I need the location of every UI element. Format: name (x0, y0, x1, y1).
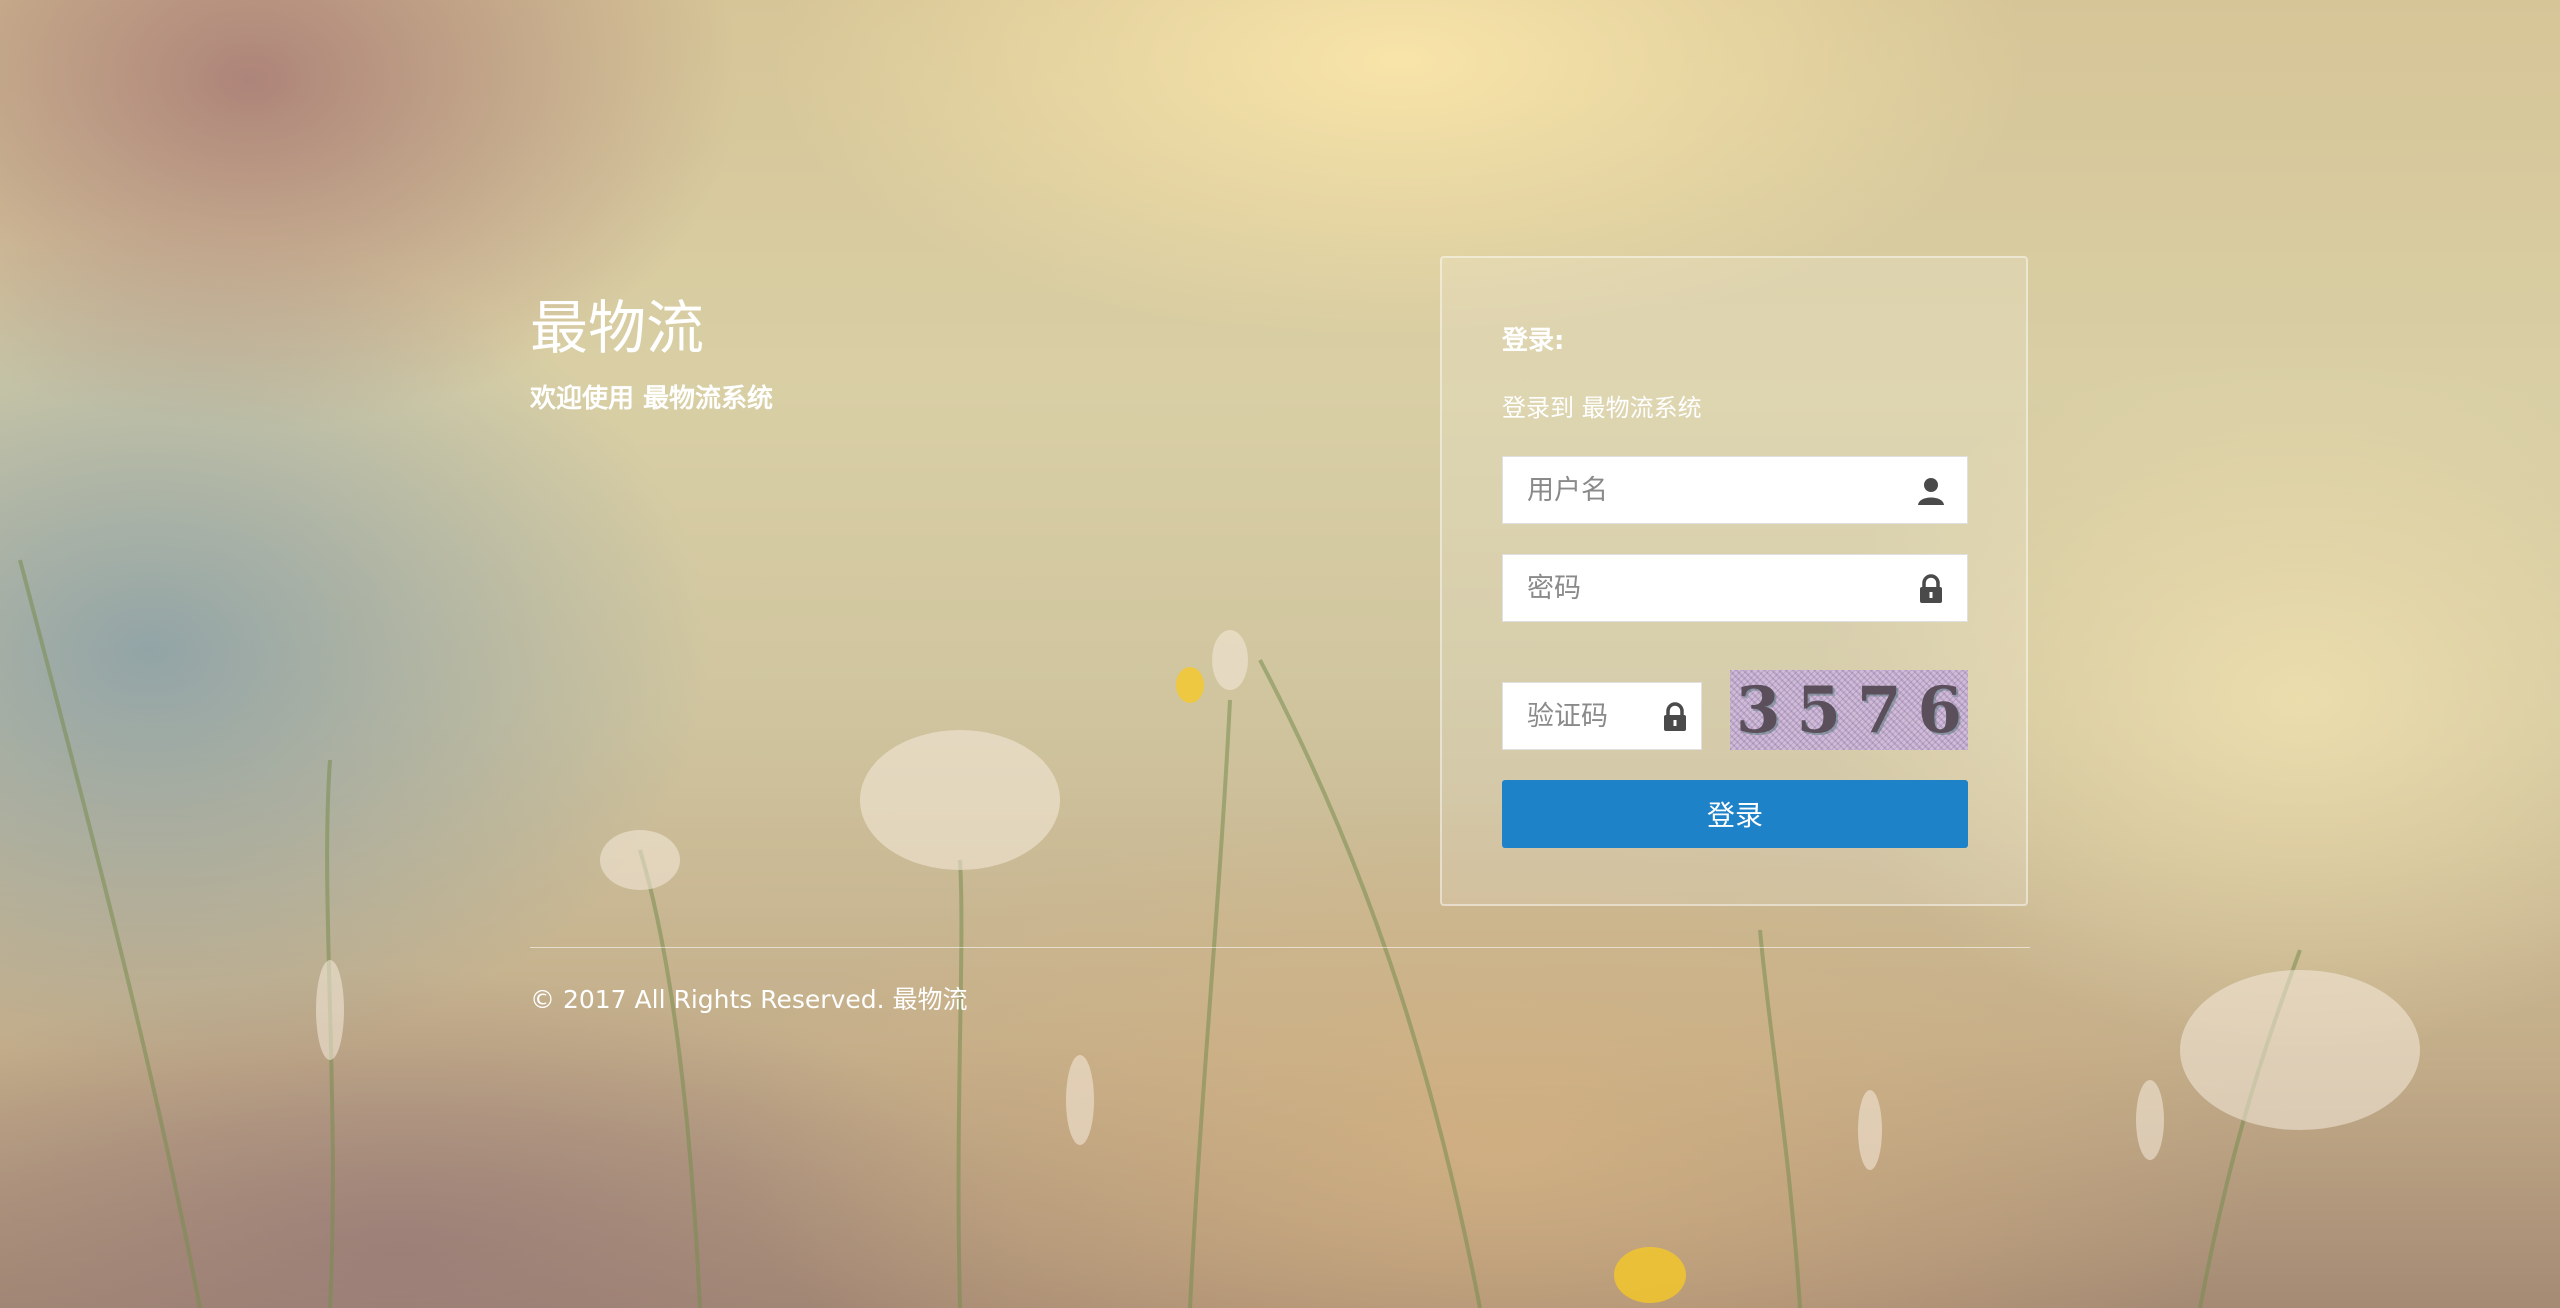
login-panel: 登录: 登录到 最物流系统 3576 登录 (1440, 256, 2028, 906)
brand-block: 最物流 欢迎使用 最物流系统 (530, 292, 773, 415)
lock-icon (1920, 574, 1942, 603)
brand-title: 最物流 (530, 294, 705, 362)
user-icon (1918, 478, 1944, 505)
username-input[interactable] (1503, 457, 1967, 523)
lock-icon (1664, 702, 1686, 731)
captcha-image[interactable]: 3576 (1730, 670, 1968, 750)
captcha-field (1502, 682, 1702, 750)
username-field (1502, 456, 1968, 524)
background-grass (18, 559, 2420, 1308)
login-heading: 登录: (1502, 326, 1565, 356)
password-field (1502, 554, 1968, 622)
footer-copyright: © 2017 All Rights Reserved. 最物流 (530, 985, 968, 1014)
brand-subtitle: 欢迎使用 最物流系统 (530, 384, 774, 414)
login-button[interactable]: 登录 (1502, 780, 1968, 848)
login-description: 登录到 最物流系统 (1502, 394, 1702, 422)
password-input[interactable] (1503, 555, 1967, 621)
footer-divider (530, 947, 2030, 948)
captcha-text: 3576 (1735, 672, 1968, 748)
